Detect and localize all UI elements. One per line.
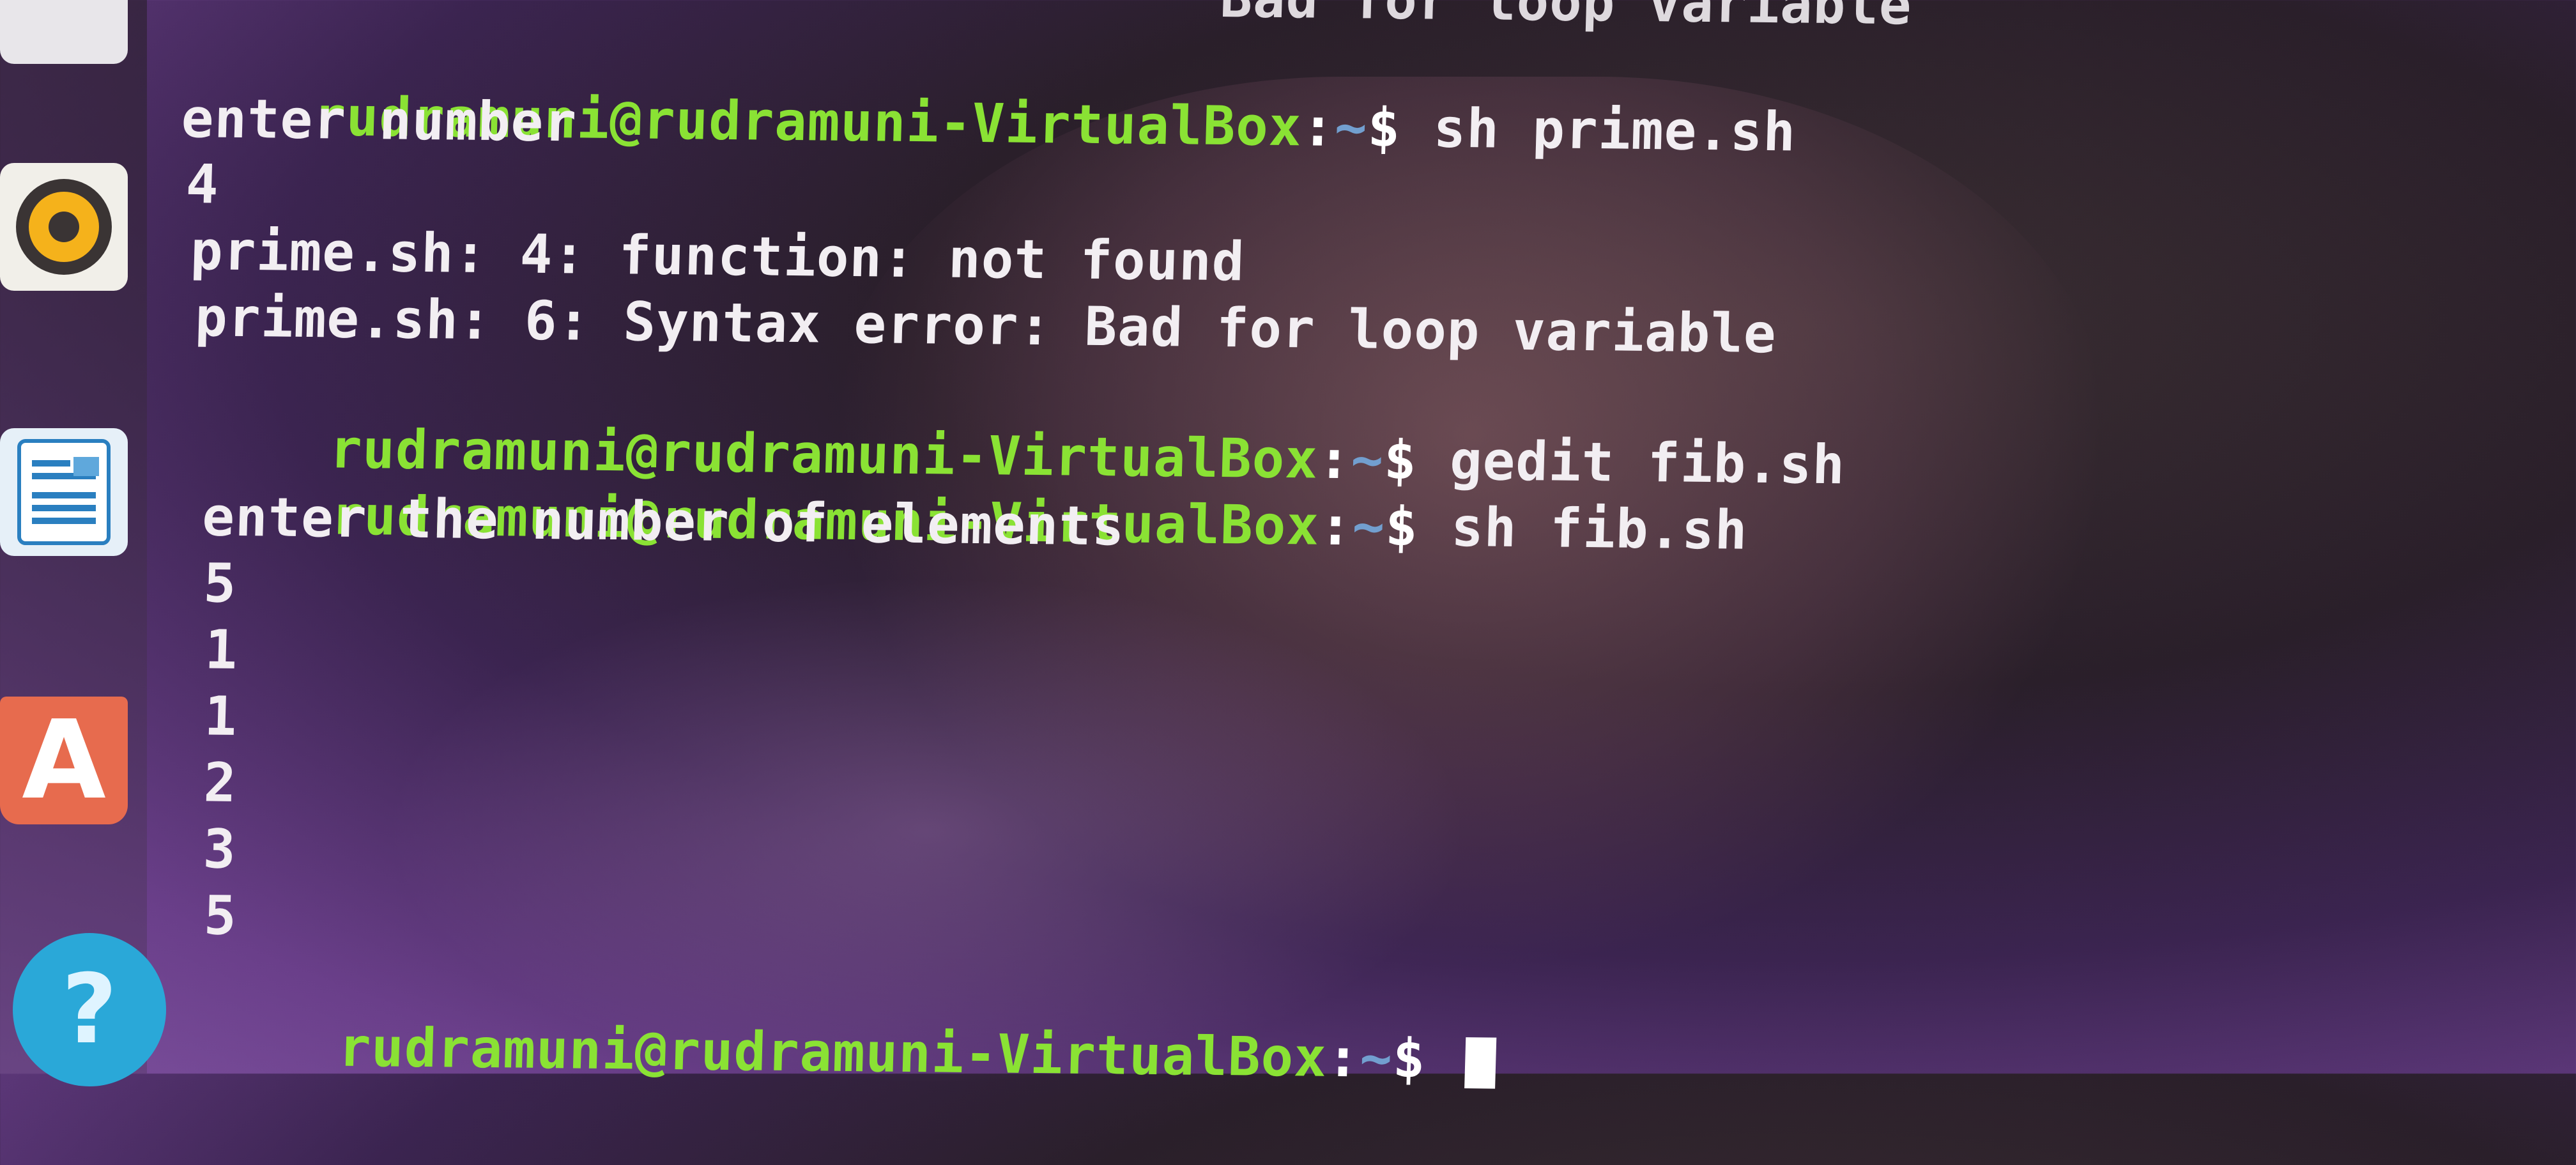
terminal-window[interactable]: Bad for loop variable rudramuni@rudramun… [155,0,2485,1097]
launcher-dock: A ? [0,0,166,1086]
prompt-path: ~ [1359,1026,1394,1090]
help-icon[interactable]: ? [13,933,166,1086]
output-line: 4 [185,153,220,216]
app-icon[interactable] [0,0,128,64]
output-line: 5 [203,552,238,615]
output-line: 1 [204,618,239,681]
software-glyph: A [22,697,106,824]
output-line: 5 [203,884,238,947]
help-glyph: ? [61,954,118,1065]
rhythmbox-icon[interactable] [0,163,128,291]
prompt-path: ~ [1333,95,1369,159]
output-line: 2 [203,751,238,814]
output-line: enter number [180,86,578,154]
rhythmbox-icon-ring [29,192,99,262]
text-cursor [1464,1037,1497,1089]
document-icon [17,439,111,545]
prompt-path: ~ [1351,495,1386,558]
prompt-separator: : [1301,95,1336,158]
prompt-dollar: $ [1367,96,1402,159]
prompt-separator: : [1318,494,1354,558]
command-line-current[interactable]: rudramuni@rudramuni-VirtualBox:~$ [204,950,1498,1155]
command-text: sh fib.sh [1450,495,1749,562]
libreoffice-writer-icon[interactable] [0,428,128,556]
output-line: enter the number of elements [201,485,1126,558]
prompt-user: rudramuni@rudramuni-VirtualBox [337,1015,1328,1089]
rhythmbox-icon-outer [16,179,112,275]
prompt-dollar: $ [1384,495,1420,559]
output-line: 1 [203,684,238,748]
command-text: sh prime.sh [1432,96,1797,164]
prompt-separator: : [1326,1026,1361,1090]
ubuntu-software-icon[interactable]: A [0,697,128,824]
prompt-dollar: $ [1392,1026,1427,1090]
output-line: 3 [202,817,238,881]
rhythmbox-icon-core [49,212,79,242]
output-line-error: prime.sh: 4: function: not found [189,219,1246,293]
